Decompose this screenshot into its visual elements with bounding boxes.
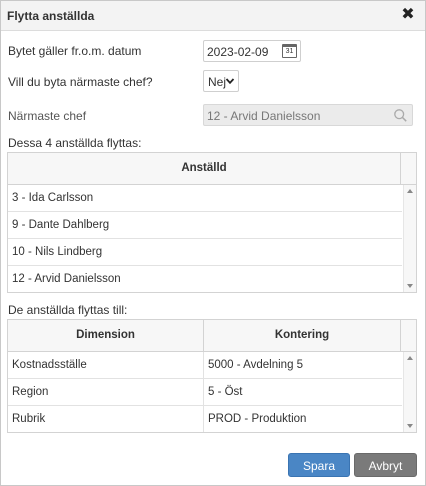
employee-cell: 10 - Nils Lindberg	[12, 246, 103, 258]
column-header-dimension[interactable]: Dimension	[8, 320, 204, 351]
date-label: Bytet gäller fr.o.m. datum	[8, 44, 142, 58]
column-header-employee[interactable]: Anställd	[8, 153, 401, 184]
date-field[interactable]: 2023-02-09 31	[203, 40, 301, 62]
calendar-day: 31	[285, 48, 294, 55]
employees-grid-header: Anställd	[8, 153, 416, 185]
date-value: 2023-02-09	[207, 45, 269, 59]
column-header-kontering[interactable]: Kontering	[204, 320, 401, 351]
destination-grid: Dimension Kontering Kostnadsställe 5000 …	[7, 319, 417, 433]
dimension-cell: Kostnadsställe	[8, 352, 204, 378]
dialog-title: Flytta anställda	[7, 9, 95, 23]
scroll-up-icon[interactable]	[407, 356, 413, 360]
table-row[interactable]: Region 5 - Öst	[8, 379, 402, 406]
chief-field: 12 - Arvid Danielsson	[203, 104, 413, 126]
table-row[interactable]: 12 - Arvid Danielsson	[8, 266, 402, 293]
table-row[interactable]: Kostnadsställe 5000 - Avdelning 5	[8, 352, 402, 379]
scroll-up-icon[interactable]	[407, 189, 413, 193]
employee-cell: 12 - Arvid Danielsson	[12, 273, 121, 285]
chief-label: Närmaste chef	[8, 109, 87, 123]
calendar-icon[interactable]: 31	[282, 44, 297, 58]
move-employees-dialog: Flytta anställda ✖ Bytet gäller fr.o.m. …	[0, 0, 426, 486]
change-chief-select[interactable]: Nej	[203, 70, 239, 92]
table-row[interactable]: 10 - Nils Lindberg	[8, 239, 402, 266]
save-button[interactable]: Spara	[288, 453, 350, 477]
dimension-cell: Region	[8, 379, 204, 405]
destination-caption: De anställda flyttas till:	[8, 303, 128, 317]
search-icon	[394, 109, 407, 122]
kontering-cell: PROD - Produktion	[208, 413, 307, 425]
employee-cell: 9 - Dante Dahlberg	[12, 219, 110, 231]
employees-caption: Dessa 4 anställda flyttas:	[8, 136, 142, 150]
scroll-down-icon[interactable]	[407, 424, 413, 428]
change-chief-label: Vill du byta närmaste chef?	[8, 75, 153, 89]
table-row[interactable]: 9 - Dante Dahlberg	[8, 212, 402, 239]
employees-scrollbar[interactable]	[403, 185, 416, 292]
change-chief-value: Nej	[208, 75, 227, 89]
close-icon[interactable]: ✖	[400, 6, 416, 24]
table-row[interactable]: Rubrik PROD - Produktion	[8, 406, 402, 433]
cancel-button[interactable]: Avbryt	[354, 453, 417, 477]
employee-cell: 3 - Ida Carlsson	[12, 192, 94, 204]
dialog-titlebar: Flytta anställda ✖	[1, 1, 425, 31]
destination-grid-header: Dimension Kontering	[8, 320, 416, 352]
destination-scrollbar[interactable]	[403, 352, 416, 432]
chevron-down-icon	[225, 78, 235, 85]
kontering-cell: 5000 - Avdelning 5	[208, 359, 304, 371]
chief-value: 12 - Arvid Danielsson	[207, 109, 321, 123]
scroll-down-icon[interactable]	[407, 284, 413, 288]
employees-grid: Anställd 3 - Ida Carlsson 9 - Dante Dahl…	[7, 152, 417, 293]
table-row[interactable]: 3 - Ida Carlsson	[8, 185, 402, 212]
kontering-cell: 5 - Öst	[208, 386, 243, 398]
dimension-cell: Rubrik	[8, 406, 204, 432]
